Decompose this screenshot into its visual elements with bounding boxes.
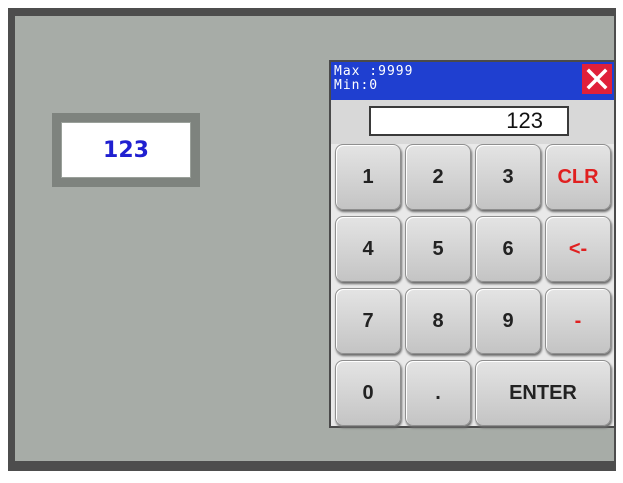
key-6[interactable]: 6 <box>475 216 541 282</box>
max-label: Max :9999 <box>334 64 414 79</box>
keypad-keys: 1 2 3 CLR 4 5 6 <- 7 8 9 - 0 . ENTER <box>335 144 612 426</box>
close-icon <box>586 68 608 90</box>
decimal-point-button[interactable]: . <box>405 360 471 426</box>
key-8[interactable]: 8 <box>405 288 471 354</box>
close-button[interactable] <box>582 64 612 94</box>
key-2[interactable]: 2 <box>405 144 471 210</box>
keypad-display: 123 <box>369 106 569 136</box>
numeric-input-field[interactable]: 123 <box>52 113 200 187</box>
clear-button[interactable]: CLR <box>545 144 611 210</box>
min-label: Min:0 <box>334 78 379 93</box>
key-9[interactable]: 9 <box>475 288 541 354</box>
keypad-display-row: 123 <box>331 100 614 144</box>
enter-button[interactable]: ENTER <box>475 360 611 426</box>
key-7[interactable]: 7 <box>335 288 401 354</box>
numeric-input-value[interactable]: 123 <box>61 122 191 178</box>
keypad-title-bar: Max :9999 Min:0 <box>331 62 614 100</box>
backspace-button[interactable]: <- <box>545 216 611 282</box>
key-1[interactable]: 1 <box>335 144 401 210</box>
key-5[interactable]: 5 <box>405 216 471 282</box>
key-3[interactable]: 3 <box>475 144 541 210</box>
key-4[interactable]: 4 <box>335 216 401 282</box>
key-0[interactable]: 0 <box>335 360 401 426</box>
keypad-limits: Max :9999 Min:0 <box>334 65 413 93</box>
numeric-keypad-popup: Max :9999 Min:0 123 1 2 3 CLR 4 5 6 <- 7… <box>329 60 616 428</box>
minus-button[interactable]: - <box>545 288 611 354</box>
